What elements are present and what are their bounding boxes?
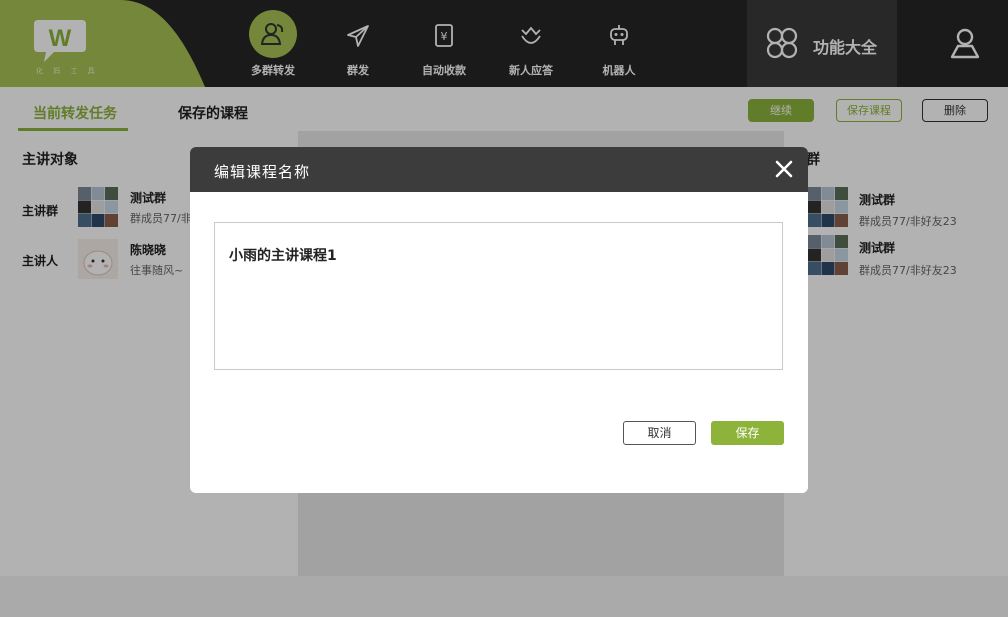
dialog-header: 编辑课程名称: [190, 147, 808, 192]
cancel-button[interactable]: 取消: [623, 421, 696, 445]
edit-course-name-dialog: 编辑课程名称 小雨的主讲课程1 取消 保存: [190, 147, 808, 493]
save-button[interactable]: 保存: [711, 421, 784, 445]
course-name-value: 小雨的主讲课程1: [229, 248, 337, 264]
close-icon[interactable]: [772, 157, 796, 181]
dialog-title: 编辑课程名称: [214, 163, 311, 181]
course-name-input[interactable]: 小雨的主讲课程1: [214, 222, 783, 370]
